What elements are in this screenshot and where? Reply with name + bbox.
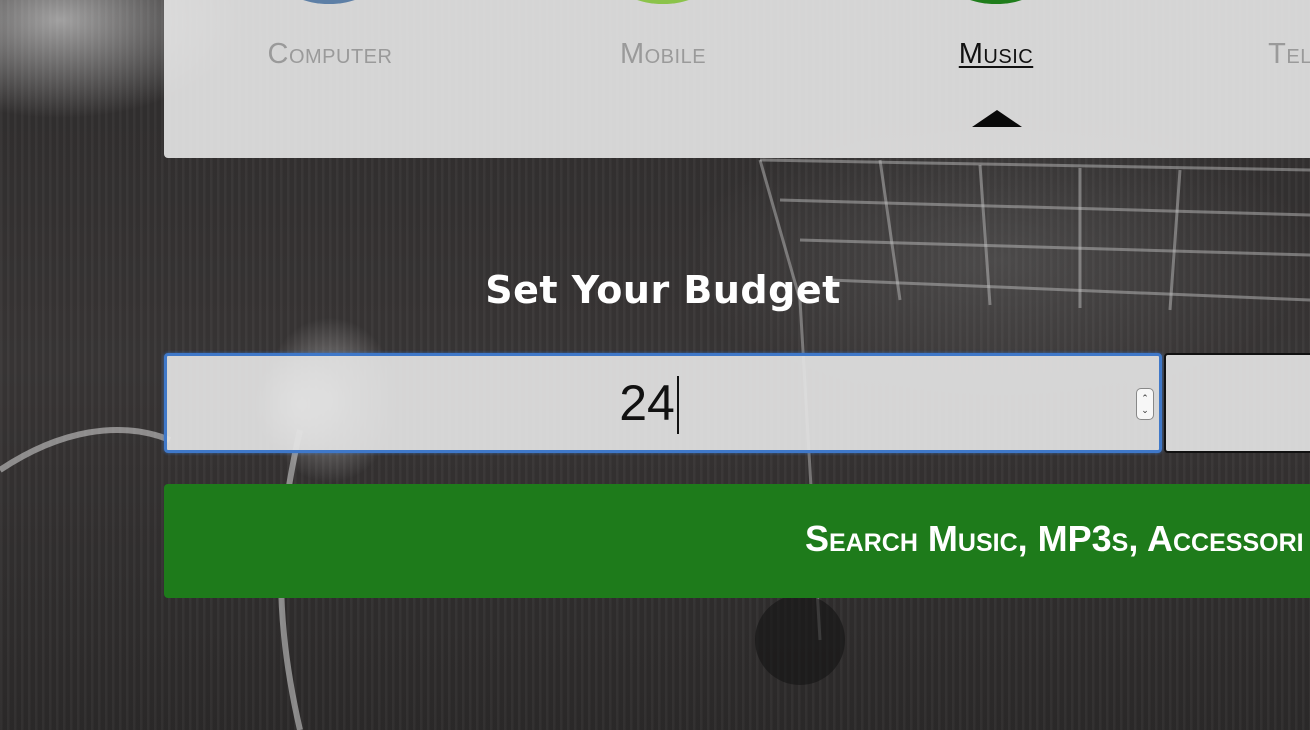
budget-field[interactable]: ⌃ ⌄ xyxy=(164,353,1162,453)
category-icon-mobile[interactable] xyxy=(618,0,708,4)
budget-input[interactable] xyxy=(167,356,1127,450)
category-computer[interactable]: Computer xyxy=(268,38,393,71)
category-tel[interactable]: Tel xyxy=(1268,38,1310,71)
search-button-label: Search Music, MP3s, Accessori xyxy=(805,518,1304,559)
category-music[interactable]: Music xyxy=(959,38,1033,71)
category-panel: Computer Mobile Music Tel xyxy=(164,0,1310,158)
budget-stepper[interactable]: ⌃ ⌄ xyxy=(1136,388,1154,420)
category-icon-computer[interactable] xyxy=(284,0,374,4)
active-category-caret-icon xyxy=(972,110,1022,127)
stepper-up-icon[interactable]: ⌃ xyxy=(1141,392,1149,404)
category-mobile[interactable]: Mobile xyxy=(620,38,706,71)
currency-select[interactable] xyxy=(1164,353,1310,453)
category-icon-music[interactable] xyxy=(951,0,1041,4)
budget-heading: Set Your Budget xyxy=(485,268,841,312)
search-button[interactable]: Search Music, MP3s, Accessori xyxy=(164,484,1310,598)
stepper-down-icon[interactable]: ⌄ xyxy=(1141,404,1149,416)
text-caret xyxy=(677,376,679,434)
